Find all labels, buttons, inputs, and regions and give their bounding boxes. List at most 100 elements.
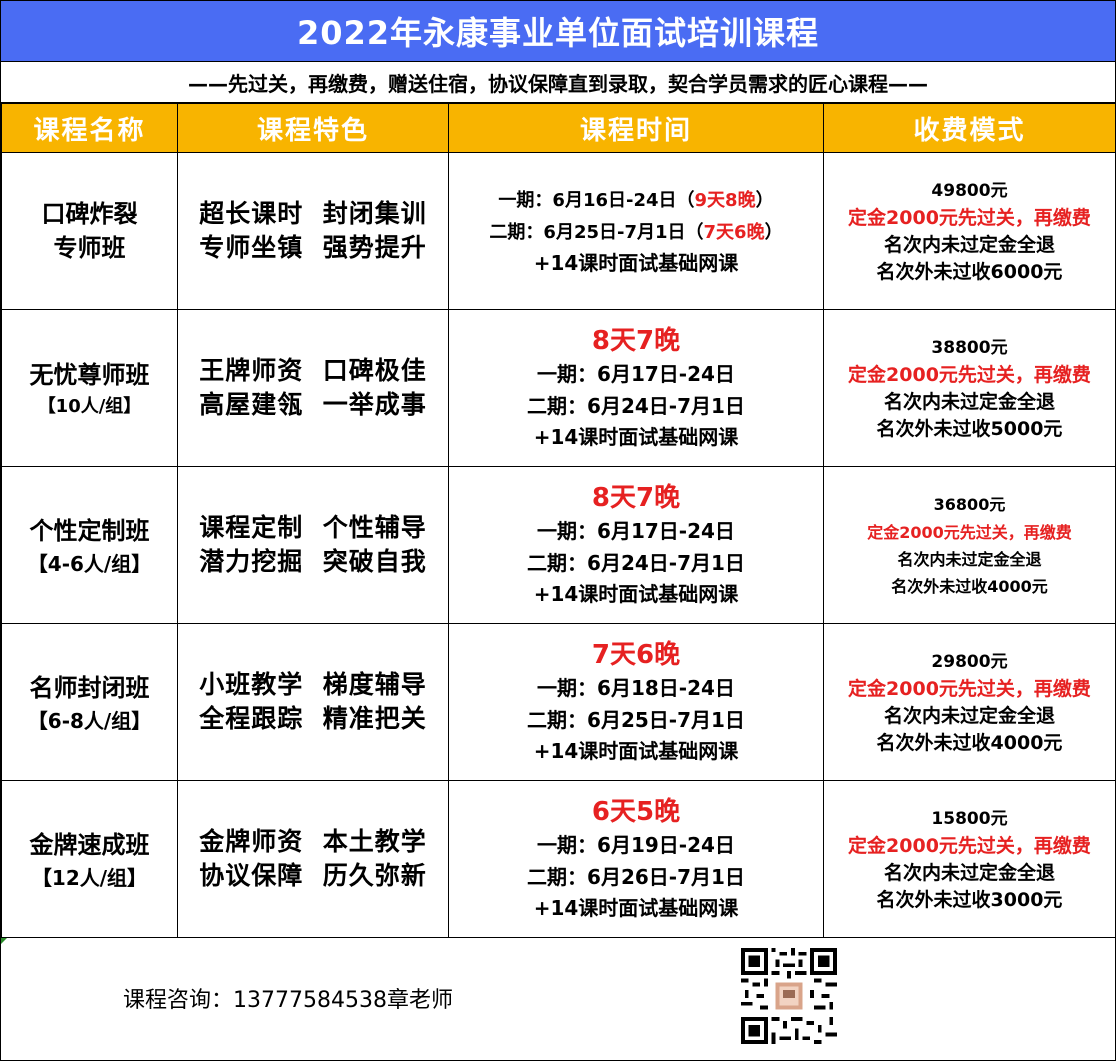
course-duration: 8天7晚 (591, 483, 681, 513)
feature-line: 专师坐镇 强势提升 (199, 233, 427, 262)
refund-out-rank: 名次外未过收5000元 (876, 417, 1063, 440)
course-poster: 2022年永康事业单位面试培训课程 ——先过关，再缴费，赠送住宿，协议保障直到录… (0, 0, 1116, 1061)
refund-out-rank: 名次外未过收6000元 (876, 260, 1063, 283)
deposit-note: 定金2000元先过关，再缴费 (848, 834, 1091, 857)
refund-in-rank: 名次内未过定金全退 (883, 233, 1055, 256)
period-1: 一期：6月18日-24日 (537, 676, 735, 700)
period-1: 一期：6月16日-24日（9天8晚） (449, 184, 823, 218)
refund-in-rank: 名次内未过定金全退 (883, 861, 1055, 884)
online-course: +14课时面试基础网课 (533, 896, 739, 920)
course-features-cell: 课程定制 个性辅导 潜力挖掘 突破自我 (177, 466, 449, 624)
course-time-cell: 8天7晚 一期：6月17日-24日 二期：6月24日-7月1日 +14课时面试基… (448, 466, 824, 624)
feature-line: 协议保障 历久弥新 (199, 861, 427, 890)
deposit-note: 定金2000元先过关，再缴费 (867, 522, 1072, 542)
price: 36800元 (933, 494, 1006, 514)
table-row: 金牌速成班 【12人/组】 金牌师资 本土教学 协议保障 历久弥新 6天5晚 一… (1, 780, 1116, 938)
course-name: 名师封闭班 (29, 673, 150, 702)
refund-in-rank: 名次内未过定金全退 (883, 390, 1055, 413)
course-name: 个性定制班 (29, 516, 150, 545)
feature-line: 课程定制 个性辅导 (199, 513, 427, 542)
course-duration: 7天6晚 (591, 640, 681, 670)
refund-out-rank: 名次外未过收4000元 (876, 731, 1063, 754)
group-size: 【10人/组】 (37, 396, 142, 417)
consultation-contact: 课程咨询：13777584538章老师 (123, 988, 453, 1013)
feature-line: 小班教学 梯度辅导 (199, 670, 427, 699)
course-name-cell: 口碑炸裂 专师班 (1, 152, 178, 310)
fee-cell: 15800元 定金2000元先过关，再缴费 名次内未过定金全退 名次外未过收30… (823, 780, 1116, 938)
feature-line: 全程跟踪 精准把关 (199, 704, 427, 733)
period-2-close: ） (764, 222, 783, 243)
header-course-features: 课程特色 (177, 103, 449, 153)
course-features-cell: 小班教学 梯度辅导 全程跟踪 精准把关 (177, 623, 449, 781)
course-time-cell: 8天7晚 一期：6月17日-24日 二期：6月24日-7月1日 +14课时面试基… (448, 309, 824, 467)
header-course-time: 课程时间 (448, 103, 824, 153)
course-name: 无忧尊师班 (29, 361, 150, 389)
period-1: 一期：6月17日-24日 (537, 362, 735, 386)
page-title: 2022年永康事业单位面试培训课程 (1, 1, 1115, 62)
fee-cell: 49800元 定金2000元先过关，再缴费 名次内未过定金全退 名次外未过收60… (823, 152, 1116, 310)
course-duration: 6天5晚 (591, 797, 681, 827)
period-1: 一期：6月17日-24日 (537, 519, 735, 543)
period-2: 二期：6月24日-7月1日 (527, 551, 745, 575)
course-features-cell: 超长课时 封闭集训 专师坐镇 强势提升 (177, 152, 449, 310)
online-course: +14课时面试基础网课 (533, 739, 739, 763)
refund-in-rank: 名次内未过定金全退 (883, 704, 1055, 727)
online-course: +14课时面试基础网课 (533, 582, 739, 606)
period-2: 二期：6月24日-7月1日 (527, 394, 745, 418)
qr-code-icon[interactable] (741, 948, 837, 1044)
course-time-cell: 一期：6月16日-24日（9天8晚） 二期：6月25日-7月1日（7天6晚） +… (448, 152, 824, 310)
feature-line: 潜力挖掘 突破自我 (199, 547, 427, 576)
price: 15800元 (931, 808, 1008, 829)
period-2: 二期：6月25日-7月1日（7天6晚） (449, 218, 823, 248)
course-features-cell: 金牌师资 本土教学 协议保障 历久弥新 (177, 780, 449, 938)
header-course-name: 课程名称 (1, 103, 178, 153)
group-size: 【12人/组】 (31, 865, 148, 890)
period-2-text: 二期：6月25日-7月1日（ (489, 222, 704, 243)
course-name-line2: 专师班 (53, 234, 126, 262)
price: 29800元 (931, 651, 1008, 672)
refund-out-rank: 名次外未过收4000元 (891, 576, 1048, 596)
period-2: 二期：6月26日-7月1日 (527, 865, 745, 889)
deposit-note: 定金2000元先过关，再缴费 (848, 677, 1091, 700)
course-name-cell: 无忧尊师班 【10人/组】 (1, 309, 178, 467)
course-name-cell: 个性定制班 【4-6人/组】 (1, 466, 178, 624)
group-size: 【4-6人/组】 (27, 551, 152, 576)
feature-line: 高屋建瓴 一举成事 (199, 390, 427, 419)
course-features-cell: 王牌师资 口碑极佳 高屋建瓴 一举成事 (177, 309, 449, 467)
course-name: 口碑炸裂 (41, 200, 138, 228)
header-fee-model: 收费模式 (823, 103, 1116, 153)
period-1-duration: 9天8晚 (694, 190, 756, 211)
table-row: 口碑炸裂 专师班 超长课时 封闭集训 专师坐镇 强势提升 一期：6月16日-24… (1, 152, 1116, 310)
table-row: 名师封闭班 【6-8人/组】 小班教学 梯度辅导 全程跟踪 精准把关 7天6晚 … (1, 623, 1116, 781)
course-time-cell: 7天6晚 一期：6月18日-24日 二期：6月25日-7月1日 +14课时面试基… (448, 623, 824, 781)
period-1: 一期：6月19日-24日 (537, 833, 735, 857)
period-1-text: 一期：6月16日-24日（ (498, 190, 695, 211)
course-duration: 8天7晚 (591, 326, 681, 356)
course-name-cell: 名师封闭班 【6-8人/组】 (1, 623, 178, 781)
price: 49800元 (931, 180, 1008, 201)
table-row: 无忧尊师班 【10人/组】 王牌师资 口碑极佳 高屋建瓴 一举成事 8天7晚 一… (1, 309, 1116, 467)
fee-cell: 36800元 定金2000元先过关，再缴费 名次内未过定金全退 名次外未过收40… (823, 466, 1116, 624)
refund-out-rank: 名次外未过收3000元 (876, 888, 1063, 911)
course-table: 课程名称 课程特色 课程时间 收费模式 口碑炸裂 专师班 超长课时 封闭集训 专… (1, 103, 1116, 938)
deposit-note: 定金2000元先过关，再缴费 (848, 206, 1091, 229)
feature-line: 超长课时 封闭集训 (199, 199, 427, 228)
table-row: 个性定制班 【4-6人/组】 课程定制 个性辅导 潜力挖掘 突破自我 8天7晚 … (1, 466, 1116, 624)
period-2: 二期：6月25日-7月1日 (527, 708, 745, 732)
refund-in-rank: 名次内未过定金全退 (897, 549, 1042, 569)
footer: 课程咨询：13777584538章老师 (1, 938, 1115, 1053)
corner-marker-icon (1, 938, 7, 944)
course-name-cell: 金牌速成班 【12人/组】 (1, 780, 178, 938)
course-name: 金牌速成班 (29, 830, 150, 859)
online-course: +14课时面试基础网课 (533, 251, 739, 275)
feature-line: 金牌师资 本土教学 (199, 827, 427, 856)
fee-cell: 29800元 定金2000元先过关，再缴费 名次内未过定金全退 名次外未过收40… (823, 623, 1116, 781)
group-size: 【6-8人/组】 (27, 708, 152, 733)
period-1-close: ） (755, 190, 774, 211)
fee-cell: 38800元 定金2000元先过关，再缴费 名次内未过定金全退 名次外未过收50… (823, 309, 1116, 467)
feature-line: 王牌师资 口碑极佳 (199, 356, 427, 385)
price: 38800元 (931, 337, 1008, 358)
page-subtitle: ——先过关，再缴费，赠送住宿，协议保障直到录取，契合学员需求的匠心课程—— (1, 62, 1115, 103)
online-course: +14课时面试基础网课 (533, 425, 739, 449)
course-time-cell: 6天5晚 一期：6月19日-24日 二期：6月26日-7月1日 +14课时面试基… (448, 780, 824, 938)
